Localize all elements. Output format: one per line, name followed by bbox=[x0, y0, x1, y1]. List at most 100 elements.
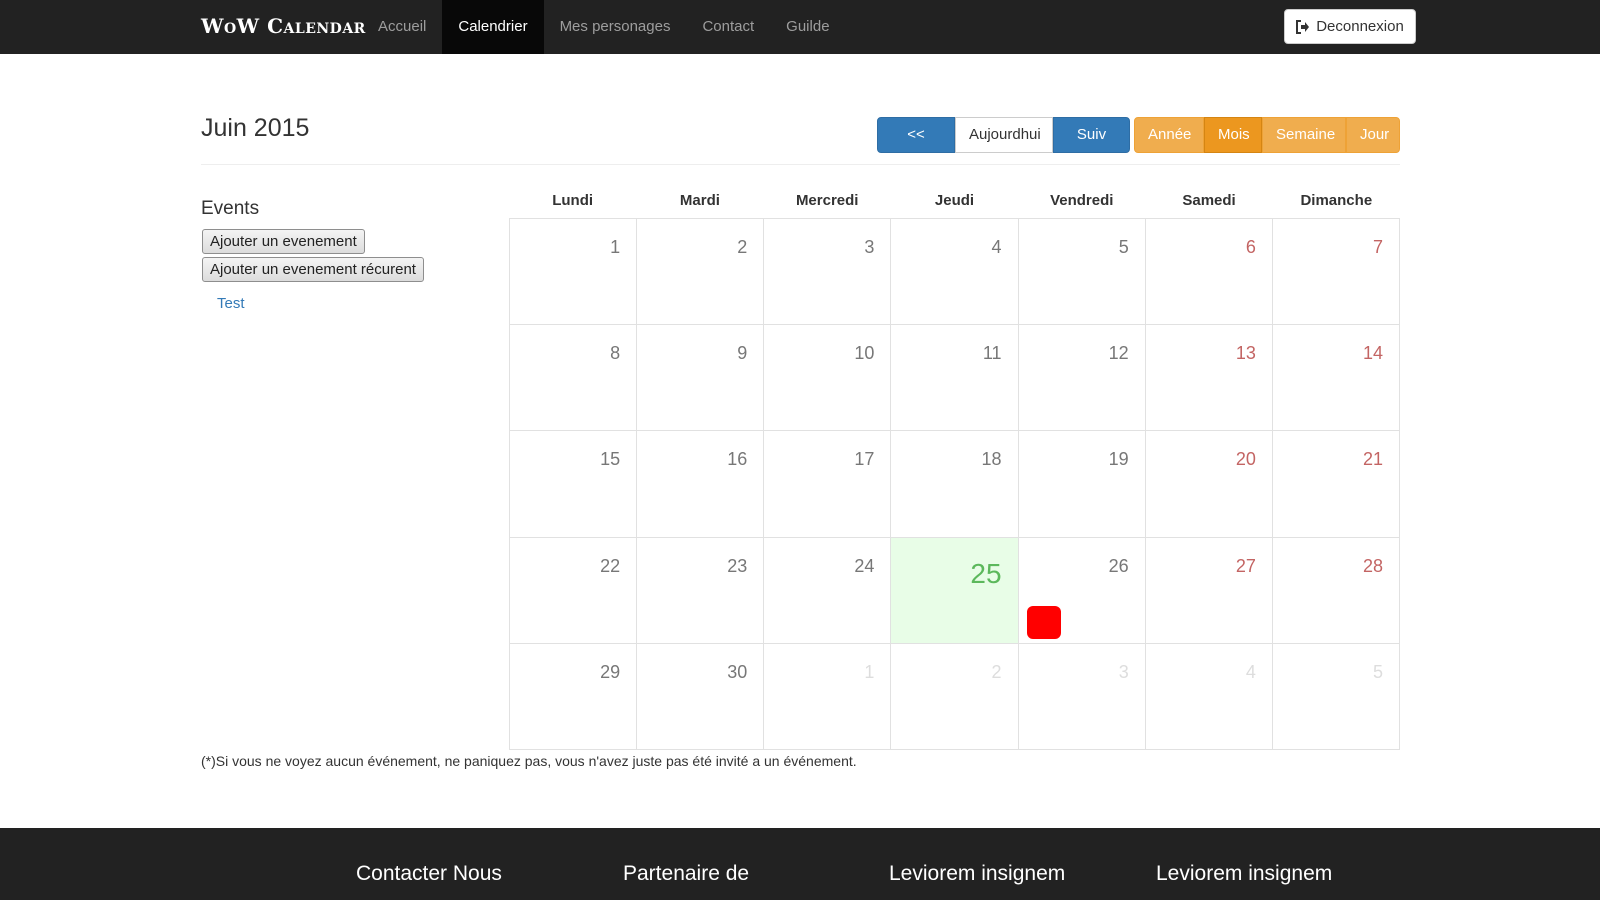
day-cell[interactable]: 23 bbox=[637, 537, 765, 644]
footer: Contacter Nous Partenaire de Leviorem in… bbox=[0, 828, 1600, 900]
day-cell[interactable]: 28 bbox=[1272, 537, 1400, 644]
day-number: 27 bbox=[1235, 555, 1256, 576]
sign-out-icon bbox=[1296, 19, 1310, 34]
day-number: 9 bbox=[737, 343, 748, 364]
day-number: 3 bbox=[1118, 661, 1129, 682]
logout-label: Deconnexion bbox=[1316, 18, 1404, 35]
day-cell-other-month[interactable]: 5 bbox=[1272, 643, 1400, 750]
day-number-today: 25 bbox=[970, 557, 1002, 589]
day-cell[interactable]: 21 bbox=[1272, 431, 1400, 538]
add-event-button[interactable]: Ajouter un evenement bbox=[202, 229, 365, 254]
day-number: 6 bbox=[1245, 237, 1256, 257]
view-year-button[interactable]: Année bbox=[1134, 117, 1204, 153]
day-cell[interactable]: 16 bbox=[637, 431, 765, 538]
top-navbar: WoW Calendar Accueil Calendrier Mes pers… bbox=[0, 0, 1600, 54]
header-divider bbox=[201, 164, 1400, 165]
day-cell[interactable]: 5 bbox=[1018, 219, 1146, 326]
day-cell[interactable]: 15 bbox=[510, 431, 638, 538]
day-cell[interactable]: 13 bbox=[1145, 325, 1273, 432]
day-number: 5 bbox=[1118, 237, 1129, 257]
day-number: 19 bbox=[1108, 449, 1129, 470]
day-number: 15 bbox=[600, 449, 621, 470]
day-cell[interactable]: 27 bbox=[1145, 537, 1273, 644]
day-number: 18 bbox=[981, 449, 1002, 470]
day-number: 28 bbox=[1362, 555, 1383, 576]
day-number: 4 bbox=[991, 237, 1002, 257]
day-number: 17 bbox=[854, 449, 875, 470]
day-cell[interactable]: 8 bbox=[510, 325, 638, 432]
day-cell[interactable]: 6 bbox=[1145, 219, 1273, 326]
day-number: 7 bbox=[1372, 237, 1383, 257]
day-cell-other-month[interactable]: 4 bbox=[1145, 643, 1273, 750]
add-recurring-event-button[interactable]: Ajouter un evenement récurent bbox=[202, 257, 424, 282]
day-cell[interactable]: 19 bbox=[1018, 431, 1146, 538]
day-number: 30 bbox=[727, 661, 748, 682]
event-link-test[interactable]: Test bbox=[217, 295, 245, 312]
day-cell[interactable]: 24 bbox=[764, 537, 892, 644]
view-day-button[interactable]: Jour bbox=[1346, 117, 1400, 153]
day-cell[interactable]: 1 bbox=[510, 219, 638, 326]
day-number: 5 bbox=[1372, 661, 1383, 682]
weekday-jeudi: Jeudi bbox=[934, 192, 975, 209]
day-cell[interactable]: 30 bbox=[637, 643, 765, 750]
day-cell[interactable]: 9 bbox=[637, 325, 765, 432]
month-grid: 1 2 3 4 5 6 7 8 9 10 11 12 13 14 15 16 1… bbox=[509, 218, 1400, 750]
day-cell[interactable]: 29 bbox=[510, 643, 638, 750]
day-number: 29 bbox=[600, 661, 621, 682]
weekday-samedi: Samedi bbox=[1182, 192, 1236, 209]
view-month-button[interactable]: Mois bbox=[1204, 117, 1262, 153]
day-cell[interactable]: 14 bbox=[1272, 325, 1400, 432]
day-number: 3 bbox=[864, 237, 875, 257]
event-marker[interactable] bbox=[1026, 605, 1061, 639]
day-cell[interactable]: 2 bbox=[637, 219, 765, 326]
day-number: 2 bbox=[737, 237, 748, 257]
weekday-mardi: Mardi bbox=[679, 192, 720, 209]
nav-item-mes-personages[interactable]: Mes personages bbox=[544, 0, 687, 54]
day-cell-other-month[interactable]: 2 bbox=[891, 643, 1019, 750]
logout-button[interactable]: Deconnexion bbox=[1284, 9, 1416, 44]
day-cell[interactable]: 10 bbox=[764, 325, 892, 432]
day-cell[interactable]: 22 bbox=[510, 537, 638, 644]
day-cell[interactable]: 18 bbox=[891, 431, 1019, 538]
footer-heading-contact: Contacter Nous bbox=[356, 862, 502, 885]
day-number: 16 bbox=[727, 449, 748, 470]
day-cell-other-month[interactable]: 3 bbox=[1018, 643, 1146, 750]
events-heading: Events bbox=[201, 198, 260, 219]
calendar-view-group: Année Mois Semaine Jour bbox=[1134, 117, 1400, 153]
day-cell[interactable]: 11 bbox=[891, 325, 1019, 432]
nav-item-accueil[interactable]: Accueil bbox=[362, 0, 442, 54]
info-note: (*)Si vous ne voyez aucun événement, ne … bbox=[201, 753, 857, 769]
day-cell-today[interactable]: 25 bbox=[891, 537, 1019, 644]
nav-item-calendrier[interactable]: Calendrier bbox=[442, 0, 544, 54]
today-button[interactable]: Aujourdhui bbox=[955, 117, 1053, 153]
brand-logo[interactable]: WoW Calendar bbox=[201, 14, 366, 38]
day-cell-other-month[interactable]: 1 bbox=[764, 643, 892, 750]
day-cell[interactable]: 7 bbox=[1272, 219, 1400, 326]
day-number: 14 bbox=[1362, 343, 1383, 364]
next-button[interactable]: Suiv >> bbox=[1053, 117, 1130, 177]
day-cell[interactable]: 4 bbox=[891, 219, 1019, 326]
footer-heading: Leviorem insignem bbox=[1156, 862, 1333, 885]
nav-item-contact[interactable]: Contact bbox=[686, 0, 770, 54]
main-nav: Accueil Calendrier Mes personages Contac… bbox=[362, 0, 846, 54]
day-number: 4 bbox=[1245, 661, 1256, 682]
weekday-header-row: Lundi Mardi Mercredi Jeudi Vendredi Same… bbox=[509, 192, 1400, 209]
day-cell[interactable]: 3 bbox=[764, 219, 892, 326]
day-number: 1 bbox=[610, 237, 621, 257]
day-cell[interactable]: 20 bbox=[1145, 431, 1273, 538]
day-number: 11 bbox=[982, 343, 1002, 364]
view-week-button[interactable]: Semaine bbox=[1262, 117, 1346, 153]
day-cell[interactable]: 26 bbox=[1018, 537, 1146, 644]
day-number: 10 bbox=[854, 343, 875, 364]
calendar-nav-group: << Prec Aujourdhui Suiv >> bbox=[877, 117, 1130, 177]
weekday-vendredi: Vendredi bbox=[1050, 192, 1114, 209]
day-number: 20 bbox=[1235, 449, 1256, 470]
prev-button[interactable]: << Prec bbox=[877, 117, 955, 177]
footer-heading: Leviorem insignem bbox=[889, 862, 1066, 885]
page-title: Juin 2015 bbox=[201, 114, 310, 142]
day-number: 8 bbox=[610, 343, 621, 364]
day-cell[interactable]: 17 bbox=[764, 431, 892, 538]
nav-item-guilde[interactable]: Guilde bbox=[770, 0, 845, 54]
day-cell[interactable]: 12 bbox=[1018, 325, 1146, 432]
weekday-lundi: Lundi bbox=[552, 192, 594, 209]
